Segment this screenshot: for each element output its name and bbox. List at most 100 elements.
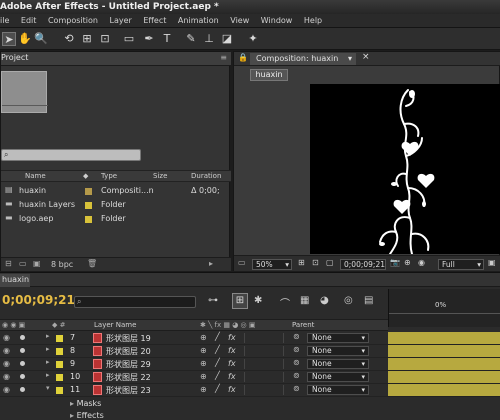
solo-dot[interactable] (20, 374, 25, 379)
eye-icon[interactable]: ◉ (3, 333, 10, 342)
grid-icon[interactable]: ⊡ (312, 258, 319, 267)
label-column-icon[interactable]: ◆ (83, 172, 88, 180)
masks-group[interactable]: ▸ Masks (70, 399, 101, 408)
safe-zones-icon[interactable]: ⊞ (298, 258, 305, 267)
layer-name[interactable]: 形状图层 29 (106, 359, 151, 370)
timeline-tab[interactable]: huaxin (0, 274, 30, 287)
solo-dot[interactable] (20, 335, 25, 340)
layer-name[interactable]: 形状图层 22 (106, 372, 151, 383)
label-swatch[interactable] (56, 335, 63, 342)
column-type[interactable]: Type (101, 172, 117, 180)
label-swatch[interactable] (85, 202, 92, 209)
collapse-switch-icon[interactable]: ⊕ (200, 372, 207, 381)
collapse-switch-icon[interactable]: ⊕ (200, 346, 207, 355)
timeline-search-input[interactable]: ⌕ (74, 296, 196, 308)
lock-icon[interactable]: 🔒 (238, 53, 248, 62)
twirl-right-icon[interactable]: ▸ (46, 358, 50, 366)
time-ruler[interactable]: 0% (388, 289, 500, 327)
always-preview-icon[interactable]: ▭ (238, 258, 246, 267)
menu-view[interactable]: View (230, 16, 249, 25)
composition-viewer[interactable] (310, 84, 500, 255)
zoom-dropdown[interactable]: 50% ▾ (252, 259, 292, 270)
region-of-interest-icon[interactable]: ▢ (326, 258, 334, 267)
pan-behind-tool-icon[interactable]: ⊡ (98, 32, 112, 46)
trash-icon[interactable]: 🗑 (87, 259, 97, 268)
switch-boxes[interactable] (244, 333, 284, 343)
chevron-down-icon[interactable]: ▾ (348, 53, 352, 65)
fx-switch-icon[interactable]: fx (228, 333, 236, 342)
eye-icon[interactable]: ◉ (3, 372, 10, 381)
camera-tool-icon[interactable]: ⊞ (80, 32, 94, 46)
scroll-right-icon[interactable]: ▸ (209, 259, 213, 268)
twirl-right-icon[interactable]: ▸ (46, 371, 50, 379)
rotate-tool-icon[interactable]: ⟲ (62, 32, 76, 46)
pickwhip-icon[interactable]: ⊚ (293, 345, 300, 354)
switch-boxes[interactable] (244, 372, 284, 382)
parent-dropdown[interactable]: None (307, 372, 369, 382)
puppet-pin-tool-icon[interactable]: ✦ (246, 32, 260, 46)
brush-tool-icon[interactable]: ✎ (184, 32, 198, 46)
layer-duration-bar[interactable] (388, 358, 500, 370)
menu-composition[interactable]: Composition (48, 16, 98, 25)
clone-stamp-tool-icon[interactable]: ⊥ (202, 32, 216, 46)
layer-name[interactable]: 形状图层 19 (106, 333, 151, 344)
fx-switch-icon[interactable]: fx (228, 385, 236, 394)
column-size[interactable]: Size (153, 172, 167, 180)
comp-mini-flowchart-icon[interactable]: ⊶ (208, 295, 218, 306)
menu-help[interactable]: Help (304, 16, 322, 25)
composition-breadcrumb[interactable]: huaxin (250, 69, 288, 81)
transparency-grid-icon[interactable]: ▣ (488, 258, 496, 267)
rectangle-mask-tool-icon[interactable]: ▭ (122, 32, 136, 46)
layer-row[interactable]: ◉ ▸ 7 形状图层 19 ⊕ ╱ fx ⊚ None (0, 332, 500, 345)
snapshot-icon[interactable]: 📷 (390, 258, 400, 267)
layer-name[interactable]: 形状图层 20 (106, 346, 151, 357)
close-icon[interactable]: × (362, 52, 370, 62)
pickwhip-icon[interactable]: ⊚ (293, 332, 300, 341)
column-duration[interactable]: Duration (191, 172, 221, 180)
menu-effect[interactable]: Effect (143, 16, 166, 25)
menu-file[interactable]: ile (0, 16, 9, 25)
switch-boxes[interactable] (244, 346, 284, 356)
parent-dropdown[interactable]: None (307, 359, 369, 369)
project-item[interactable]: ▬ logo.aep Folder (1, 212, 231, 226)
brainstorm-icon[interactable]: ◎ (344, 295, 353, 306)
current-time-field[interactable]: 0;00;09;21 (340, 259, 386, 270)
panel-menu-icon[interactable]: ≡ (220, 53, 227, 62)
layer-row[interactable]: ◉ ▾ 11 形状图层 23 ⊕ ╱ fx ⊚ None (0, 384, 500, 397)
live-update-icon[interactable]: ⊞ (232, 293, 248, 309)
new-folder-icon[interactable]: ▭ (19, 259, 27, 268)
layer-row[interactable]: ◉ ▸ 10 形状图层 22 ⊕ ╱ fx ⊚ None (0, 371, 500, 384)
eye-icon[interactable]: ◉ (3, 385, 10, 394)
zoom-tool-icon[interactable]: 🔍 (34, 32, 48, 46)
project-search-input[interactable]: ⌕ (1, 149, 141, 161)
twirl-right-icon[interactable]: ▸ (46, 332, 50, 340)
fx-switch-icon[interactable]: fx (228, 359, 236, 368)
collapse-switch-icon[interactable]: ⊕ (200, 333, 207, 342)
label-swatch[interactable] (56, 361, 63, 368)
timeline-current-time[interactable]: 0;00;09;21 (2, 293, 75, 307)
label-swatch[interactable] (56, 374, 63, 381)
menu-edit[interactable]: Edit (21, 16, 37, 25)
bit-depth-button[interactable]: 8 bpc (51, 260, 73, 269)
project-item[interactable]: ▤ huaxin Compositi...n Δ 0;00; (1, 184, 231, 198)
color-channel-icon[interactable]: ◉ (418, 258, 425, 267)
quality-switch-icon[interactable]: ╱ (215, 345, 220, 354)
selection-tool-icon[interactable]: ➤ (2, 32, 16, 46)
draft-3d-icon[interactable]: ✱ (254, 295, 262, 306)
twirl-down-icon[interactable]: ▾ (46, 384, 50, 392)
menu-layer[interactable]: Layer (109, 16, 131, 25)
project-item[interactable]: ▬ huaxin Layers Folder (1, 198, 231, 212)
collapse-switch-icon[interactable]: ⊕ (200, 385, 207, 394)
layer-name[interactable]: 形状图层 23 (106, 385, 151, 396)
text-tool-icon[interactable]: T (160, 32, 174, 46)
pickwhip-icon[interactable]: ⊚ (293, 384, 300, 393)
switch-boxes[interactable] (244, 385, 284, 395)
pickwhip-icon[interactable]: ⊚ (293, 358, 300, 367)
solo-dot[interactable] (20, 361, 25, 366)
parent-dropdown[interactable]: None (307, 385, 369, 395)
twirl-right-icon[interactable]: ▸ (46, 345, 50, 353)
layer-duration-bar[interactable] (388, 371, 500, 383)
pickwhip-icon[interactable]: ⊚ (293, 371, 300, 380)
resolution-dropdown[interactable]: Full ▾ (438, 259, 484, 270)
show-snapshot-icon[interactable]: ⊕ (404, 258, 411, 267)
